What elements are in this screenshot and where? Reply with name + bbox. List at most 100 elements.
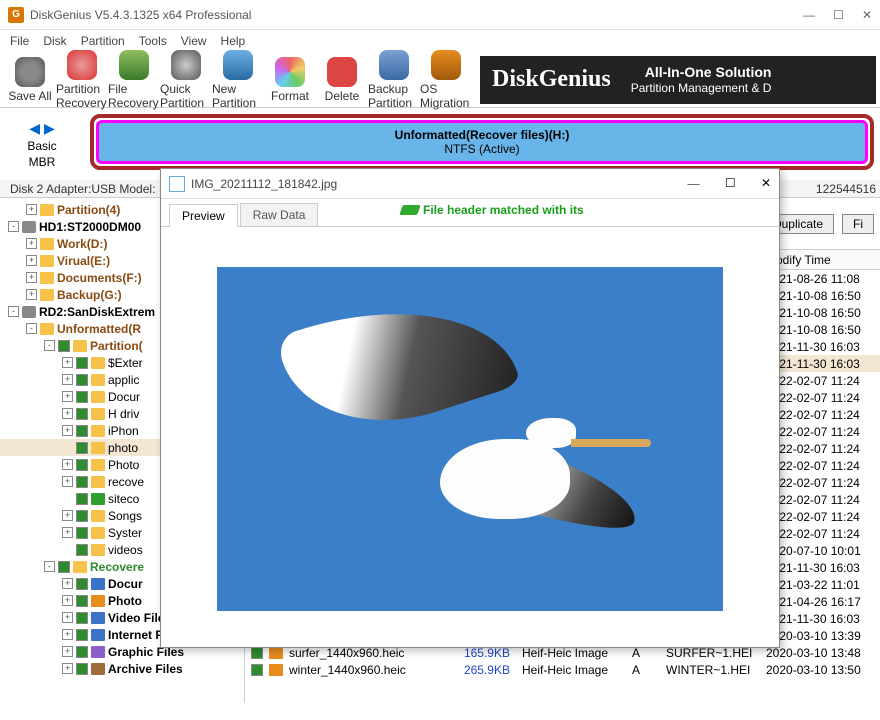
disk-info-left: Disk 2 Adapter:USB Model: (10, 182, 155, 196)
tree-expand-icon[interactable]: + (62, 391, 73, 402)
tree-expand-icon[interactable]: - (44, 340, 55, 351)
bluefile-icon (91, 629, 105, 641)
tree-label: siteco (108, 492, 139, 506)
tree-expand-icon[interactable]: + (62, 629, 73, 640)
maximize-button[interactable]: ☐ (833, 8, 844, 22)
tree-checkbox[interactable] (58, 561, 70, 573)
tree-label: Partition(4) (57, 203, 120, 217)
banner-line1: All-In-One Solution (631, 64, 772, 81)
folder-icon (91, 442, 105, 454)
tree-checkbox[interactable] (76, 374, 88, 386)
tree-checkbox[interactable] (76, 510, 88, 522)
tree-checkbox[interactable] (76, 493, 88, 505)
filter-button[interactable]: Fi (842, 214, 874, 234)
tree-expand-icon[interactable]: + (62, 476, 73, 487)
tree-checkbox[interactable] (58, 340, 70, 352)
toolbar-quick-partition[interactable]: Quick Partition (160, 50, 212, 110)
tree-expand-icon[interactable]: - (44, 561, 55, 572)
cell-modify-time: 2020-03-10 13:50 (760, 663, 880, 677)
tree-expand-icon[interactable]: + (62, 578, 73, 589)
tab-raw-data[interactable]: Raw Data (240, 203, 319, 226)
tree-expand-icon[interactable]: + (62, 374, 73, 385)
partition-box[interactable]: Unformatted(Recover files)(H:) NTFS (Act… (90, 114, 874, 170)
close-button[interactable]: ✕ (862, 8, 872, 22)
tree-checkbox[interactable] (76, 544, 88, 556)
row-checkbox[interactable] (251, 664, 263, 676)
folder-icon (40, 255, 54, 267)
preview-maximize-button[interactable]: ☐ (725, 176, 736, 190)
toolbar-os-migration[interactable]: OS Migration (420, 50, 472, 110)
tree-checkbox[interactable] (76, 612, 88, 624)
tab-preview[interactable]: Preview (169, 204, 238, 227)
disk-type-label1: Basic (27, 139, 56, 153)
tree-checkbox[interactable] (76, 459, 88, 471)
menu-partition[interactable]: Partition (81, 34, 125, 48)
disk-serial: 122544516 (816, 182, 876, 196)
disk-type-label2: MBR (29, 155, 56, 169)
folder-icon (40, 323, 54, 335)
tree-checkbox[interactable] (76, 442, 88, 454)
tree-expand-icon[interactable]: + (26, 255, 37, 266)
row-checkbox[interactable] (251, 647, 263, 659)
tree-label: Songs (108, 509, 142, 523)
nav-arrows[interactable]: ◀ ▶ (29, 120, 54, 137)
tree-expand-icon[interactable]: + (26, 289, 37, 300)
tree-expand-icon[interactable]: + (62, 595, 73, 606)
tree-label: Virual(E:) (57, 254, 110, 268)
app-logo-icon: G (8, 7, 24, 23)
minimize-button[interactable]: — (803, 8, 815, 22)
disk-icon (22, 306, 36, 318)
tree-checkbox[interactable] (76, 646, 88, 658)
tree-expand-icon[interactable]: + (62, 425, 73, 436)
list-row[interactable]: winter_1440x960.heic265.9KBHeif-Heic Ima… (245, 661, 880, 678)
tree-expand-icon[interactable]: - (26, 323, 37, 334)
cell-name: winter_1440x960.heic (289, 663, 406, 677)
tree-expand-icon[interactable]: + (62, 357, 73, 368)
tree-label: applic (108, 373, 139, 387)
tree-expand-icon[interactable]: + (62, 646, 73, 657)
orange-icon (91, 595, 105, 607)
menu-disk[interactable]: Disk (43, 34, 66, 48)
tree-label: $Exter (108, 356, 143, 370)
tree-checkbox[interactable] (76, 476, 88, 488)
tree-label: Archive Files (108, 662, 183, 676)
tree-label: Docur (108, 390, 140, 404)
toolbar-format[interactable]: Format (264, 50, 316, 110)
tree-expand-icon[interactable]: + (26, 238, 37, 249)
os-migration-icon (431, 50, 461, 80)
tree-expand-icon[interactable]: + (26, 272, 37, 283)
toolbar-backup-partition[interactable]: Backup Partition (368, 50, 420, 110)
tree-checkbox[interactable] (76, 357, 88, 369)
menu-tools[interactable]: Tools (139, 34, 167, 48)
toolbar-partition-recovery[interactable]: Partition Recovery (56, 50, 108, 110)
tree-row[interactable]: + Archive Files (0, 660, 244, 677)
window-title: DiskGenius V5.4.3.1325 x64 Professional (30, 8, 803, 22)
menu-help[interactable]: Help (221, 34, 246, 48)
menu-view[interactable]: View (181, 34, 207, 48)
preview-close-button[interactable]: ✕ (761, 176, 771, 190)
tree-expand-icon[interactable]: + (62, 612, 73, 623)
tree-expand-icon[interactable]: + (62, 510, 73, 521)
toolbar-save-all[interactable]: Save All (4, 50, 56, 110)
tree-expand-icon[interactable]: - (8, 221, 19, 232)
preview-minimize-button[interactable]: — (687, 176, 699, 190)
tree-checkbox[interactable] (76, 595, 88, 607)
tree-checkbox[interactable] (76, 629, 88, 641)
tree-checkbox[interactable] (76, 527, 88, 539)
tree-checkbox[interactable] (76, 408, 88, 420)
tree-expand-icon[interactable]: + (62, 408, 73, 419)
tree-checkbox[interactable] (76, 425, 88, 437)
menu-file[interactable]: File (10, 34, 29, 48)
tree-checkbox[interactable] (76, 578, 88, 590)
toolbar-file-recovery[interactable]: File Recovery (108, 50, 160, 110)
toolbar-new-partition[interactable]: New Partition (212, 50, 264, 110)
tree-expand-icon[interactable]: - (8, 306, 19, 317)
tree-expand-icon[interactable]: + (26, 204, 37, 215)
purple-icon (91, 646, 105, 658)
toolbar-delete[interactable]: Delete (316, 50, 368, 110)
tree-expand-icon[interactable]: + (62, 459, 73, 470)
tree-checkbox[interactable] (76, 391, 88, 403)
tree-expand-icon[interactable]: + (62, 663, 73, 674)
tree-checkbox[interactable] (76, 663, 88, 675)
tree-expand-icon[interactable]: + (62, 527, 73, 538)
